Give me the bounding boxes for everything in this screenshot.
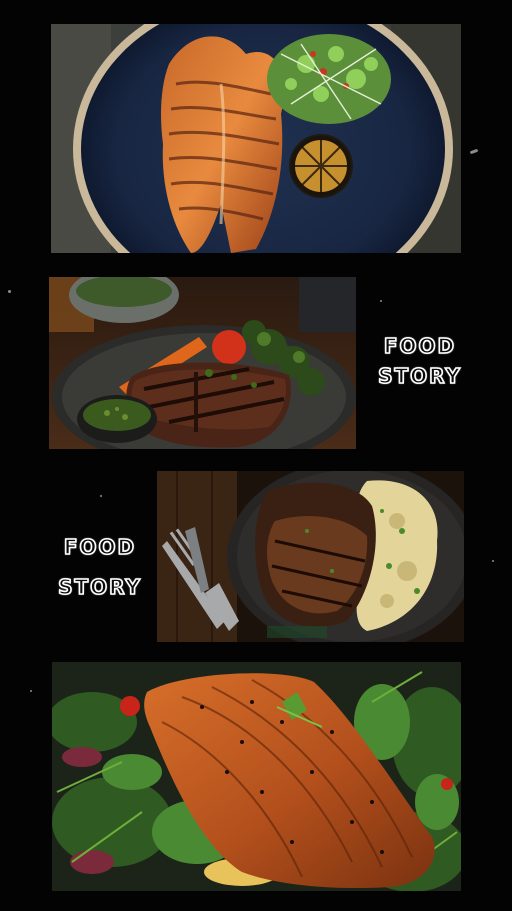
caption-food-story-right: FOOD STORY — [366, 334, 474, 388]
dust-speck — [469, 148, 479, 155]
caption-line-2: STORY — [377, 364, 462, 388]
dust-speck — [8, 290, 11, 293]
photo-grilled-meat-mash — [157, 471, 464, 642]
caption-line-2: STORY — [57, 575, 142, 599]
collage-canvas: FOOD STORY FOOD STORY — [0, 0, 512, 911]
dust-speck — [100, 495, 102, 497]
caption-food-story-left: FOOD STORY — [46, 535, 154, 599]
photo-salmon-steak — [51, 24, 461, 253]
photo-grilled-steak — [49, 277, 356, 449]
dust-speck — [380, 300, 382, 302]
caption-line-1: FOOD — [383, 334, 457, 358]
caption-line-1: FOOD — [63, 535, 137, 559]
photo-salmon-salad — [52, 662, 461, 891]
dust-speck — [492, 560, 494, 562]
dust-speck — [30, 690, 32, 692]
